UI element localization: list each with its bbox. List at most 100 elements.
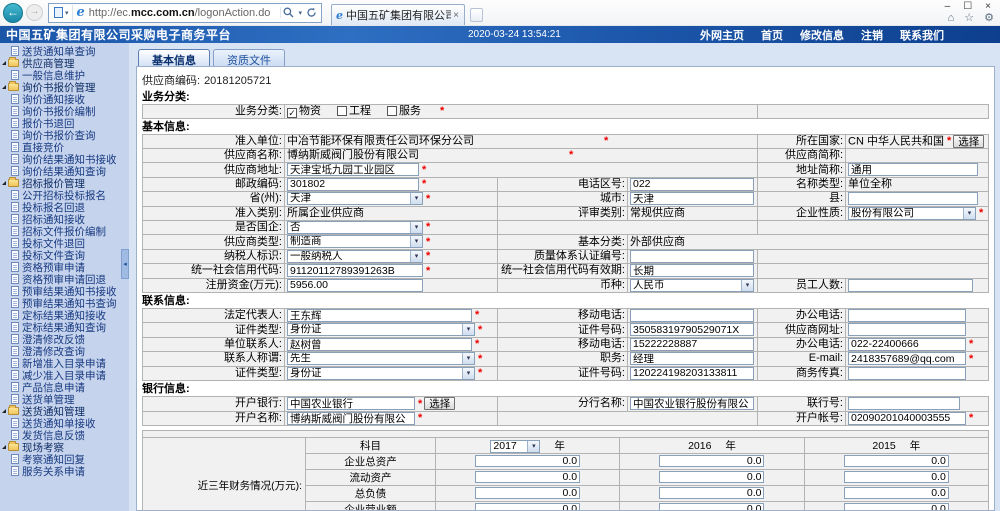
sidebar-item-leaf[interactable]: 询价书报价编制	[0, 105, 129, 117]
select-button[interactable]: 选择	[424, 397, 455, 410]
tab-basic-info[interactable]: 基本信息	[138, 49, 210, 66]
browser-tab[interactable]: e 中国五矿集团有限公司采购... ×	[331, 4, 465, 25]
maximize-button[interactable]: ☐	[963, 1, 972, 12]
dropdown[interactable]: 身份证▾	[287, 323, 475, 336]
text-input[interactable]	[630, 309, 754, 322]
url-text[interactable]: http://ec.mcc.com.cn/logonAction.do	[89, 7, 281, 19]
sidebar-item-leaf[interactable]: 送货通知单查询	[0, 45, 129, 57]
dropdown[interactable]: 股份有限公司▾	[848, 207, 976, 220]
text-input[interactable]	[630, 192, 754, 205]
dropdown-arrow-icon[interactable]: ▾	[963, 208, 975, 219]
sidebar-item-folder[interactable]: 询价书报价管理	[0, 81, 129, 93]
finance-value-input[interactable]	[844, 471, 949, 483]
finance-value-input[interactable]	[659, 471, 764, 483]
sidebar-collapse-handle[interactable]: ◂	[121, 249, 129, 279]
sidebar-item-leaf[interactable]: 资格预审申请	[0, 261, 129, 273]
sidebar-item-leaf[interactable]: 澄清修改查询	[0, 345, 129, 357]
sidebar-item-leaf[interactable]: 招标通知接收	[0, 213, 129, 225]
text-input[interactable]	[287, 412, 415, 425]
header-link[interactable]: 联系我们	[900, 27, 944, 43]
dropdown[interactable]: 一般纳税人▾	[287, 250, 423, 263]
text-input[interactable]	[848, 367, 966, 380]
sidebar-item-leaf[interactable]: 投标文件退回	[0, 237, 129, 249]
sidebar-item-leaf[interactable]: 报价书退回	[0, 117, 129, 129]
checkbox-unchecked[interactable]	[337, 106, 347, 116]
tree-expand-icon[interactable]	[2, 85, 6, 89]
finance-value-input[interactable]	[659, 455, 764, 467]
finance-value-input[interactable]	[844, 455, 949, 467]
sidebar-item-folder[interactable]: 现场考察	[0, 441, 129, 453]
tree-expand-icon[interactable]	[2, 445, 6, 449]
dropdown[interactable]: 先生▾	[287, 352, 475, 365]
text-input[interactable]	[287, 178, 419, 191]
dropdown[interactable]: 否▾	[287, 221, 423, 234]
tab-close-icon[interactable]: ×	[451, 10, 461, 21]
sidebar-item-leaf[interactable]: 新增准入目录申请	[0, 357, 129, 369]
sidebar-item-leaf[interactable]: 投标报名回退	[0, 201, 129, 213]
dropdown-arrow-icon[interactable]: ▾	[410, 236, 422, 247]
finance-value-input[interactable]	[844, 503, 949, 511]
sidebar-item-leaf[interactable]: 送货单管理	[0, 393, 129, 405]
sidebar-item-leaf[interactable]: 定标结果通知查询	[0, 321, 129, 333]
header-link[interactable]: 注销	[861, 27, 883, 43]
sidebar-item-leaf[interactable]: 一般信息维护	[0, 69, 129, 81]
dropdown[interactable]: 天津▾	[287, 192, 423, 205]
text-input[interactable]	[287, 397, 415, 410]
sidebar-item-leaf[interactable]: 询价通知接收	[0, 93, 129, 105]
year-dropdown[interactable]: 2017▾	[490, 440, 540, 453]
dropdown[interactable]: 制造商▾	[287, 235, 423, 248]
text-input[interactable]	[848, 338, 966, 351]
dropdown-arrow-icon[interactable]: ▾	[527, 441, 539, 452]
dropdown-arrow-icon[interactable]: ▾	[410, 193, 422, 204]
text-input[interactable]	[848, 309, 966, 322]
search-icon[interactable]	[283, 7, 294, 18]
sidebar-item-leaf[interactable]: 直接竞价	[0, 141, 129, 153]
finance-value-input[interactable]	[659, 503, 764, 511]
sidebar-item-leaf[interactable]: 询价书报价查询	[0, 129, 129, 141]
dropdown-arrow-icon[interactable]: ▾	[462, 353, 474, 364]
finance-value-input[interactable]	[475, 487, 580, 499]
sidebar-item-leaf[interactable]: 发货信息反馈	[0, 429, 129, 441]
header-link[interactable]: 修改信息	[800, 27, 844, 43]
tree-expand-icon[interactable]	[2, 61, 6, 65]
text-input[interactable]	[848, 192, 978, 205]
minimize-button[interactable]: –	[945, 1, 951, 12]
header-link[interactable]: 外网主页	[700, 27, 744, 43]
tree-expand-icon[interactable]	[2, 409, 6, 413]
sidebar-item-leaf[interactable]: 资格预审申请回退	[0, 273, 129, 285]
text-input[interactable]	[287, 279, 423, 292]
text-input[interactable]	[848, 279, 973, 292]
text-input[interactable]	[630, 264, 754, 277]
sidebar-item-leaf[interactable]: 服务关系申请	[0, 465, 129, 477]
dropdown-arrow-icon[interactable]: ▾	[410, 222, 422, 233]
sidebar-item-leaf[interactable]: 澄清修改反馈	[0, 333, 129, 345]
sidebar-item-leaf[interactable]: 投标文件查询	[0, 249, 129, 261]
finance-value-input[interactable]	[475, 503, 580, 511]
text-input[interactable]	[287, 309, 472, 322]
text-input[interactable]	[630, 250, 754, 263]
text-input[interactable]	[630, 397, 754, 410]
checkbox-option[interactable]: 工程	[337, 105, 371, 117]
tab-qualification-files[interactable]: 资质文件	[213, 49, 285, 66]
text-input[interactable]	[848, 163, 978, 176]
text-input[interactable]	[630, 323, 754, 336]
finance-value-input[interactable]	[475, 471, 580, 483]
sidebar-item-folder[interactable]: 招标报价管理	[0, 177, 129, 189]
new-tab-button[interactable]	[470, 8, 483, 22]
text-input[interactable]	[287, 163, 419, 176]
text-input[interactable]	[287, 264, 423, 277]
sidebar-item-leaf[interactable]: 公开招标投标报名	[0, 189, 129, 201]
forward-button[interactable]: →	[26, 4, 43, 21]
text-input[interactable]	[630, 338, 754, 351]
text-input[interactable]	[630, 178, 754, 191]
sidebar-item-leaf[interactable]: 产品信息申请	[0, 381, 129, 393]
home-icon[interactable]: ⌂	[948, 12, 955, 25]
text-input[interactable]	[848, 397, 960, 410]
checkbox-option[interactable]: 服务	[387, 105, 421, 117]
finance-value-input[interactable]	[844, 487, 949, 499]
text-input[interactable]	[630, 367, 754, 380]
checkbox-option[interactable]: ✓物资	[287, 105, 321, 117]
refresh-icon[interactable]	[306, 7, 317, 18]
search-options-caret-icon[interactable]: ▾	[298, 9, 302, 17]
tree-expand-icon[interactable]	[2, 181, 6, 185]
